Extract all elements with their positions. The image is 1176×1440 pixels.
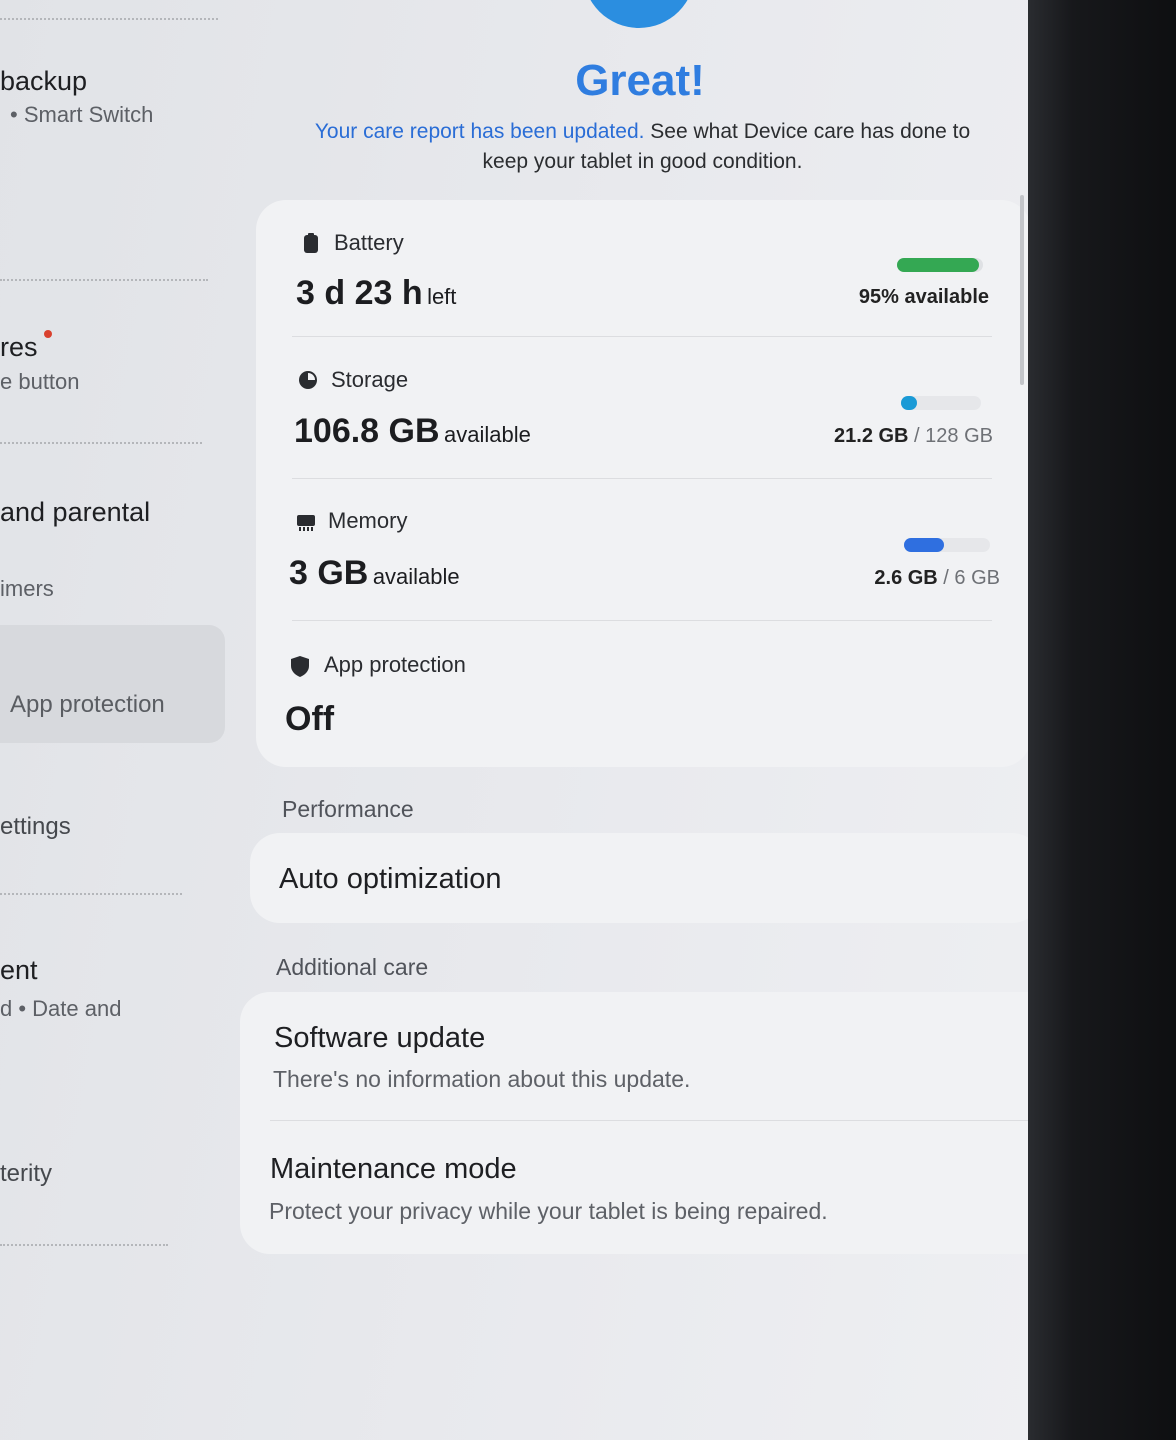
additional-care-heading: Additional care xyxy=(276,954,429,980)
new-badge-dot xyxy=(44,330,52,338)
memory-usage-bar xyxy=(904,538,990,552)
page-title: Great! xyxy=(575,56,705,105)
battery-time-value: 3 d 23 h xyxy=(296,274,423,312)
settings-item-title: terity xyxy=(0,1160,53,1187)
memory-usage-fill xyxy=(904,538,944,552)
app-protection-label: App protection xyxy=(324,652,466,677)
divider xyxy=(0,442,202,444)
memory-usage-text: 2.6 GB / 6 GB xyxy=(874,567,1000,590)
settings-item-title: res xyxy=(0,332,38,362)
scrollbar[interactable] xyxy=(1020,195,1024,385)
maintenance-mode-title: Maintenance mode xyxy=(270,1153,517,1185)
memory-used: 2.6 GB xyxy=(874,567,938,589)
settings-list: backup • Smart Switch res e button and p… xyxy=(0,0,235,1440)
memory-separator: / xyxy=(937,567,955,589)
additional-care-card: Software update There's no information a… xyxy=(240,992,1056,1254)
software-update-subtitle: There's no information about this update… xyxy=(273,1066,691,1092)
memory-total: 6 GB xyxy=(954,567,1000,589)
device-care-status-icon xyxy=(583,0,695,28)
settings-item-title: ettings xyxy=(0,813,71,840)
performance-heading: Performance xyxy=(282,796,414,822)
divider xyxy=(0,1244,168,1246)
care-report-link[interactable]: Your care report has been updated. xyxy=(315,120,645,143)
battery-available-text: 95% available xyxy=(858,286,989,308)
storage-available-value: 106.8 GB xyxy=(294,412,440,450)
battery-icon xyxy=(304,233,318,258)
settings-item-subtitle: d • Date and xyxy=(0,996,122,1021)
storage-label: Storage xyxy=(331,367,409,392)
settings-item-title: backup xyxy=(0,66,88,96)
care-report-message: Your care report has been updated. See w… xyxy=(310,117,975,177)
settings-item-subtitle: • Smart Switch xyxy=(10,102,154,127)
settings-item-title: App protection xyxy=(10,691,165,718)
tablet-bezel xyxy=(1028,0,1176,1440)
storage-available-unit: available xyxy=(443,422,531,447)
divider xyxy=(292,336,992,337)
memory-icon xyxy=(296,513,316,536)
settings-item-subtitle: e button xyxy=(0,369,80,394)
app-protection-status: Off xyxy=(285,700,335,738)
tablet-screen: backup • Smart Switch res e button and p… xyxy=(0,0,1056,1440)
divider xyxy=(292,478,992,479)
memory-label: Memory xyxy=(328,508,408,533)
settings-item-subtitle: imers xyxy=(0,576,54,601)
divider xyxy=(0,18,218,20)
battery-label: Battery xyxy=(334,230,404,255)
divider xyxy=(292,620,992,621)
storage-usage-fill xyxy=(901,396,917,410)
storage-usage-text: 21.2 GB / 128 GB xyxy=(834,425,993,448)
battery-time-unit: left xyxy=(427,284,457,309)
storage-separator: / xyxy=(908,425,926,447)
storage-total: 128 GB xyxy=(925,425,993,447)
storage-usage-bar xyxy=(901,396,981,410)
status-card: Battery 3 d 23 h left 95% available Stor… xyxy=(256,200,1031,767)
storage-icon xyxy=(298,370,318,395)
memory-available-unit: available xyxy=(372,564,460,589)
battery-level-fill xyxy=(897,258,979,272)
shield-icon xyxy=(291,656,309,682)
settings-item-app-protection[interactable]: App protection xyxy=(0,625,225,743)
divider xyxy=(0,893,182,895)
battery-level-bar xyxy=(897,258,983,272)
memory-available-value: 3 GB xyxy=(289,554,369,592)
auto-optimization-title: Auto optimization xyxy=(279,863,502,895)
software-update-title: Software update xyxy=(274,1022,486,1054)
auto-optimization-item[interactable]: Auto optimization xyxy=(250,833,1042,923)
maintenance-mode-subtitle: Protect your privacy while your tablet i… xyxy=(269,1198,828,1224)
storage-used: 21.2 GB xyxy=(834,425,909,447)
settings-item-title: and parental xyxy=(0,497,151,527)
divider xyxy=(0,279,208,281)
settings-item-title: ent xyxy=(0,955,38,985)
divider xyxy=(270,1120,1030,1121)
